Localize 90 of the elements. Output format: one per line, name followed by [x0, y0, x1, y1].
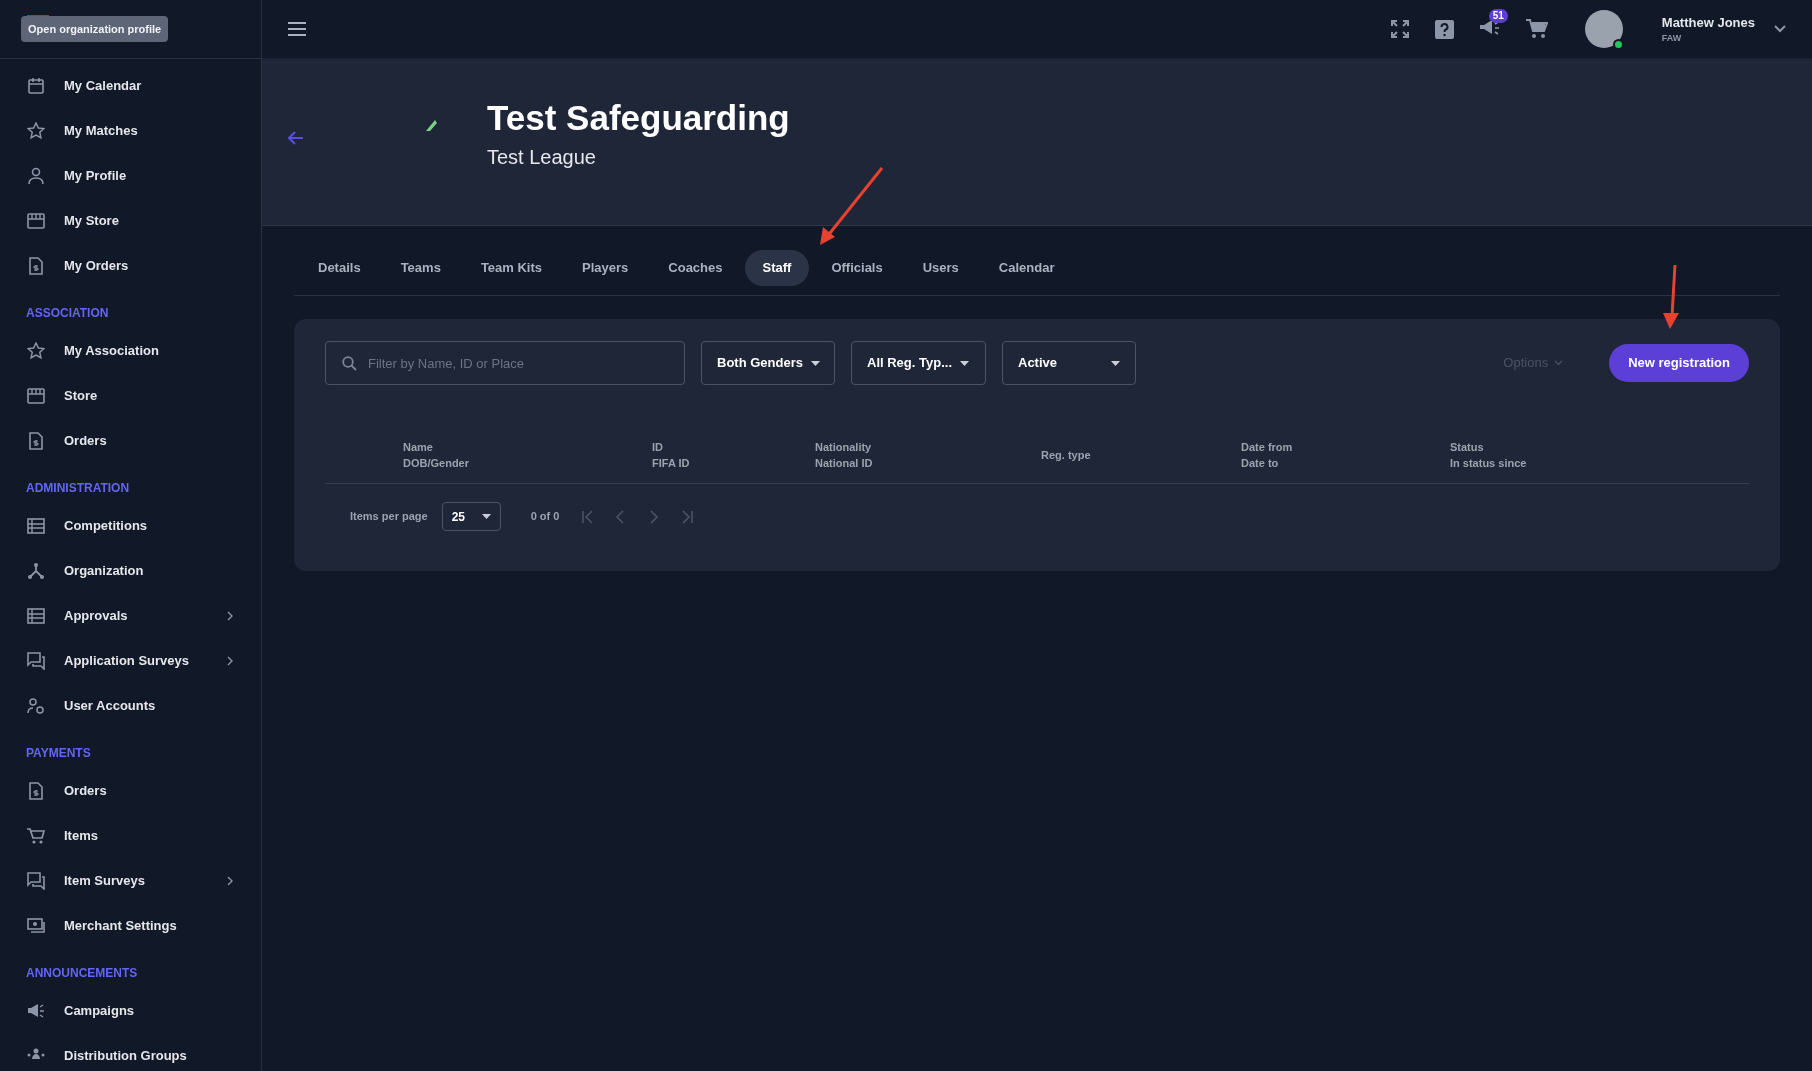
- cart-icon[interactable]: [1525, 19, 1548, 39]
- storefront-icon: [27, 211, 45, 230]
- section-heading: ASSOCIATION: [25, 305, 110, 322]
- sidebar-item[interactable]: Item Surveys: [0, 858, 261, 903]
- column-header: Reg. type: [1041, 448, 1092, 463]
- sidebar-item[interactable]: Application Surveys: [0, 638, 261, 683]
- caret-down-icon: [960, 360, 969, 366]
- back-arrow-icon[interactable]: [288, 131, 304, 145]
- page-subtitle: Test League: [487, 145, 597, 170]
- column-header: ID: [652, 440, 664, 455]
- person-icon: [27, 166, 45, 185]
- filter-dropdown[interactable]: Both Genders: [701, 341, 835, 385]
- list-icon: [27, 516, 45, 535]
- sidebar-item[interactable]: My Calendar: [0, 63, 261, 108]
- star-icon: [27, 121, 45, 140]
- tab[interactable]: Coaches: [650, 250, 741, 286]
- hierarchy-icon: [27, 561, 45, 580]
- tab[interactable]: Details: [300, 250, 379, 286]
- column-header: In status since: [1450, 456, 1528, 471]
- avatar[interactable]: [1584, 10, 1623, 48]
- section-heading: PAYMENTS: [25, 745, 92, 762]
- filter-dropdown[interactable]: All Reg. Typ...: [851, 341, 986, 385]
- sidebar-item[interactable]: Merchant Settings: [0, 903, 261, 948]
- chat-icon: [27, 871, 45, 890]
- page-title: Test Safeguarding: [487, 97, 790, 139]
- cash-icon: [27, 916, 45, 935]
- tab[interactable]: Calendar: [980, 250, 1073, 286]
- annotation-arrow: [1662, 264, 1682, 330]
- sidebar-item[interactable]: Distribution Groups: [0, 1033, 261, 1071]
- tab[interactable]: Officials: [813, 250, 901, 286]
- column-header: Nationality: [815, 440, 873, 455]
- filter-dropdown[interactable]: Active: [1002, 341, 1136, 385]
- megaphone-icon[interactable]: [1478, 19, 1501, 37]
- column-header: National ID: [815, 456, 874, 471]
- cart-icon: [27, 826, 45, 845]
- search-field[interactable]: Filter by Name, ID or Place: [325, 341, 685, 385]
- chevron-down-icon: [1554, 360, 1564, 366]
- sidebar-item[interactable]: My Orders: [0, 243, 261, 288]
- tab[interactable]: Team Kits: [462, 250, 561, 286]
- fullscreen-icon[interactable]: [1389, 19, 1410, 39]
- tab[interactable]: Players: [564, 250, 647, 286]
- menu-icon[interactable]: [288, 22, 306, 36]
- calendar-icon: [27, 76, 45, 95]
- sidebar-item[interactable]: Approvals: [0, 593, 261, 638]
- sidebar-item[interactable]: My Store: [0, 198, 261, 243]
- caret-down-icon: [481, 514, 491, 519]
- column-header: DOB/Gender: [403, 456, 470, 471]
- invoice-icon: [27, 431, 45, 450]
- help-icon[interactable]: [1434, 19, 1454, 39]
- column-header: Date to: [1241, 456, 1280, 471]
- search-icon: [342, 356, 357, 371]
- tooltip: Open organization profile: [21, 15, 169, 43]
- page-size-select[interactable]: 25: [441, 502, 501, 531]
- sidebar-item[interactable]: Campaigns: [0, 988, 261, 1033]
- caret-down-icon: [810, 360, 820, 366]
- column-header: FIFA ID: [652, 456, 691, 471]
- storefront-icon: [27, 386, 45, 405]
- notification-badge: 51: [1488, 9, 1508, 23]
- sidebar-item[interactable]: Store: [0, 373, 261, 418]
- chat-icon: [27, 651, 45, 670]
- sidebar-item[interactable]: My Profile: [0, 153, 261, 198]
- caret-down-icon: [1111, 360, 1120, 366]
- column-header: Date from: [1241, 440, 1294, 455]
- section-heading: ADMINISTRATION: [25, 480, 131, 497]
- user-name: Matthew Jones: [1661, 13, 1755, 32]
- section-heading: ANNOUNCEMENTS: [25, 965, 139, 982]
- league-logo: [426, 119, 437, 131]
- tab[interactable]: Users: [904, 250, 977, 286]
- invoice-icon: [27, 256, 45, 275]
- megaphone-icon: [27, 1001, 45, 1020]
- star-icon: [27, 341, 45, 360]
- sidebar-item[interactable]: Orders: [0, 768, 261, 813]
- new-registration-button[interactable]: New registration: [1609, 344, 1749, 382]
- list-icon: [27, 606, 45, 625]
- chevron-down-icon[interactable]: [1774, 25, 1786, 33]
- items-per-page-label: Items per page: [350, 509, 428, 525]
- sidebar-item[interactable]: User Accounts: [0, 683, 261, 728]
- sidebar-item[interactable]: Organization: [0, 548, 261, 593]
- sidebar-item[interactable]: My Matches: [0, 108, 261, 153]
- page-range: 0 of 0: [530, 509, 560, 525]
- sidebar-item[interactable]: Items: [0, 813, 261, 858]
- column-header: Name: [403, 440, 434, 455]
- user-organization: FAW: [1661, 32, 1683, 45]
- tab[interactable]: Staff: [744, 250, 810, 286]
- column-header: Status: [1450, 440, 1485, 455]
- invoice-icon: [27, 781, 45, 800]
- sidebar-item[interactable]: My Association: [0, 328, 261, 373]
- sidebar-item[interactable]: Competitions: [0, 503, 261, 548]
- tab[interactable]: Teams: [382, 250, 459, 286]
- sidebar-item[interactable]: Orders: [0, 418, 261, 463]
